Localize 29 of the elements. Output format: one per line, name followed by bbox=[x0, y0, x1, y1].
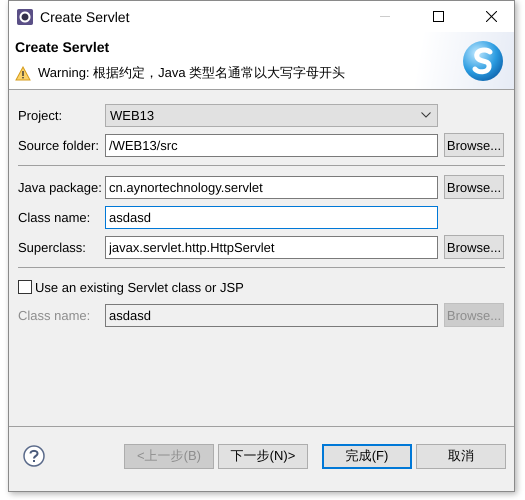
warning-message: Warning: 根据约定，Java 类型名通常以大写字母开头 bbox=[38, 64, 346, 82]
dialog-button[interactable]: 取消 bbox=[416, 444, 506, 468]
browse-button[interactable]: Browse... bbox=[444, 175, 504, 199]
close-icon bbox=[486, 11, 496, 22]
page-title: Create Servlet bbox=[15, 39, 110, 55]
input-field[interactable]: asdasd bbox=[105, 206, 438, 228]
servlet-logo-icon bbox=[462, 40, 504, 82]
browse-button[interactable]: Browse... bbox=[444, 235, 504, 259]
input-field[interactable]: /WEB13/src bbox=[105, 134, 438, 156]
checkbox-label: Use an existing Servlet class or JSP bbox=[35, 280, 244, 294]
field-label: Class name: bbox=[18, 308, 92, 322]
dialog-button[interactable]: 下一步(N)> bbox=[218, 444, 308, 468]
field-label: Source folder: bbox=[18, 138, 100, 152]
chevron-icon bbox=[421, 112, 431, 118]
checkbox[interactable] bbox=[18, 280, 32, 294]
warning-icon bbox=[15, 66, 31, 80]
field-label: Project: bbox=[18, 108, 64, 122]
help-icon[interactable] bbox=[23, 445, 45, 467]
input-field[interactable]: cn.aynortechnology.servlet bbox=[105, 176, 438, 198]
field-label: Superclass: bbox=[18, 240, 87, 254]
maximize-icon bbox=[432, 11, 444, 22]
window-title: Create Servlet bbox=[40, 8, 130, 24]
minimize-icon bbox=[380, 16, 390, 17]
browse-button[interactable]: Browse... bbox=[444, 133, 504, 157]
project-dropdown[interactable]: WEB13 bbox=[105, 104, 438, 126]
field-label: Class name: bbox=[18, 210, 92, 224]
dialog-button[interactable]: 完成(F) bbox=[322, 444, 412, 468]
input-field[interactable]: javax.servlet.http.HttpServlet bbox=[105, 236, 438, 258]
field-label: Java package: bbox=[18, 180, 103, 194]
